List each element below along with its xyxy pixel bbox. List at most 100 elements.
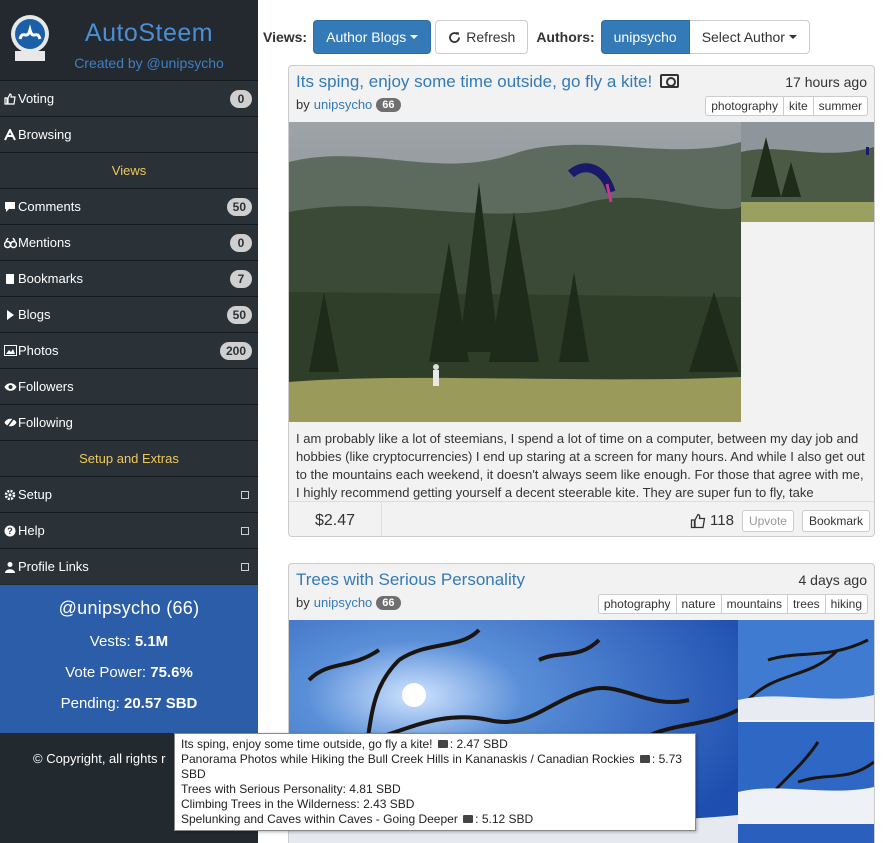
sidebar-item-bookmarks[interactable]: Bookmarks 7 — [0, 260, 258, 296]
tooltip-post-title: Panorama Photos while Hiking the Bull Cr… — [181, 752, 635, 766]
post-title: Its sping, enjoy some time outside, go f… — [296, 72, 653, 91]
post-title-link[interactable]: Its sping, enjoy some time outside, go f… — [296, 72, 680, 92]
sidebar-item-label: Browsing — [18, 127, 72, 142]
sidebar-item-comments[interactable]: Comments 50 — [0, 188, 258, 224]
author-button-unipsycho[interactable]: unipsycho — [600, 20, 690, 54]
post-main-photo[interactable] — [289, 122, 741, 422]
tooltip-post-value: : 5.12 SBD — [475, 812, 534, 826]
tag-hiking[interactable]: hiking — [824, 594, 868, 614]
post-title-link[interactable]: Trees with Serious Personality — [296, 570, 525, 590]
count-badge: 50 — [226, 305, 252, 324]
account-stats: @unipsycho (66) Vests: 5.1M Vote Power: … — [0, 585, 258, 733]
picture-icon — [3, 344, 17, 358]
steem-logo-icon — [11, 15, 49, 61]
sidebar-item-blogs[interactable]: Blogs 50 — [0, 296, 258, 332]
user-icon — [3, 560, 17, 574]
tooltip-line: Climbing Trees in the Wilderness: 2.43 S… — [181, 797, 689, 812]
author-link[interactable]: unipsycho — [314, 97, 373, 112]
views-label: Views: — [263, 29, 308, 45]
post-thumbnail[interactable] — [741, 122, 874, 222]
tooltip-post-title: Climbing Trees in the Wilderness — [181, 797, 357, 811]
sidebar-item-label: Comments — [18, 199, 81, 214]
post-thumbnail[interactable] — [738, 722, 874, 822]
author-link[interactable]: unipsycho — [314, 595, 373, 610]
sidebar-item-help[interactable]: ? Help — [0, 512, 258, 548]
camera-icon — [639, 755, 650, 763]
tag-nature[interactable]: nature — [675, 594, 722, 614]
toolbar: Views: Author Blogs Refresh Authors: uni… — [263, 20, 810, 54]
post-thumbnail[interactable] — [738, 620, 874, 720]
post-title: Trees with Serious Personality — [296, 570, 525, 589]
svg-text:?: ? — [7, 526, 13, 536]
sidebar-item-profile-links[interactable]: Profile Links — [0, 548, 258, 584]
sidebar-item-setup[interactable]: Setup — [0, 476, 258, 512]
tag-list: photography nature mountains trees hikin… — [597, 594, 868, 614]
sidebar-item-photos[interactable]: Photos 200 — [0, 332, 258, 368]
copyright: © Copyright, all rights r — [33, 751, 166, 766]
refresh-button[interactable]: Refresh — [435, 20, 529, 54]
vote-power-value: 75.6% — [150, 664, 193, 681]
count-badge: 50 — [226, 197, 252, 216]
post-time: 4 days ago — [798, 572, 868, 588]
count-badge: 0 — [230, 89, 252, 108]
views-section-header: Views — [0, 152, 258, 188]
post-actions: 118 Upvote Bookmark — [382, 509, 874, 532]
bookmark-button[interactable]: Bookmark — [801, 509, 870, 532]
vote-count-value: 118 — [710, 512, 734, 529]
sidebar-item-label: Mentions — [18, 235, 71, 250]
vests-row: Vests: 5.1M — [0, 633, 258, 650]
account-name: @unipsycho (66) — [58, 598, 200, 618]
setup-section-header: Setup and Extras — [0, 440, 258, 476]
gear-icon — [3, 488, 17, 502]
sidebar-item-following[interactable]: Following — [0, 404, 258, 440]
pending-value: 20.57 SBD — [124, 695, 198, 712]
view-select-dropdown[interactable]: Author Blogs — [313, 20, 432, 54]
upvote-button[interactable]: Upvote — [741, 509, 794, 532]
post-excerpt: I am probably like a lot of steemians, I… — [296, 431, 865, 500]
app-subtitle: Created by @unipsycho — [74, 55, 224, 71]
select-author-dropdown[interactable]: Select Author — [689, 20, 810, 54]
tag-photography[interactable]: photography — [705, 96, 784, 116]
refresh-icon — [449, 31, 461, 43]
sidebar-item-mentions[interactable]: Mentions 0 — [0, 224, 258, 260]
sidebar-item-label: Help — [18, 523, 45, 538]
sidebar-item-browsing[interactable]: Browsing — [0, 116, 258, 152]
book-icon — [3, 272, 17, 286]
camera-icon — [437, 740, 448, 748]
tooltip-line: Spelunking and Caves within Caves - Goin… — [181, 812, 689, 827]
reputation-badge: 66 — [376, 97, 401, 112]
by-label: by — [296, 97, 310, 112]
post-thumbnail[interactable] — [738, 824, 874, 843]
expand-icon — [241, 562, 249, 571]
tag-photography[interactable]: photography — [597, 594, 677, 614]
tooltip-post-title: Its sping, enjoy some time outside, go f… — [181, 737, 433, 751]
by-label: by — [296, 595, 310, 610]
tag-trees[interactable]: trees — [786, 594, 826, 614]
play-icon — [3, 308, 17, 322]
sidebar-item-label: Bookmarks — [18, 271, 84, 286]
tag-kite[interactable]: kite — [782, 96, 814, 116]
select-author-label: Select Author — [701, 29, 785, 45]
sidebar-item-label: Photos — [18, 343, 59, 358]
sidebar: AutoSteem Created by @unipsycho Voting 0… — [0, 0, 258, 843]
sidebar-item-label: Profile Links — [18, 559, 89, 574]
camera-icon — [660, 74, 680, 88]
vests-label: Vests: — [89, 633, 131, 650]
sidebar-item-followers[interactable]: Followers — [0, 368, 258, 404]
tag-list: photography kite summer — [705, 96, 868, 116]
count-badge: 7 — [230, 269, 252, 288]
caret-down-icon — [788, 35, 797, 39]
tag-summer[interactable]: summer — [812, 96, 868, 116]
font-icon — [3, 128, 17, 142]
tooltip-line: Trees with Serious Personality: 4.81 SBD — [181, 782, 689, 797]
refresh-label: Refresh — [466, 29, 516, 45]
tooltip-post-value: : 4.81 SBD — [342, 782, 401, 796]
eye-icon — [3, 380, 17, 394]
expand-icon — [241, 490, 249, 499]
thumbs-up-icon — [690, 513, 706, 528]
post-byline: by unipsycho 66 — [296, 595, 401, 610]
tag-mountains[interactable]: mountains — [720, 594, 788, 614]
vests-value: 5.1M — [134, 633, 169, 650]
sidebar-item-voting[interactable]: Voting 0 — [0, 80, 258, 116]
camera-icon — [463, 815, 474, 823]
